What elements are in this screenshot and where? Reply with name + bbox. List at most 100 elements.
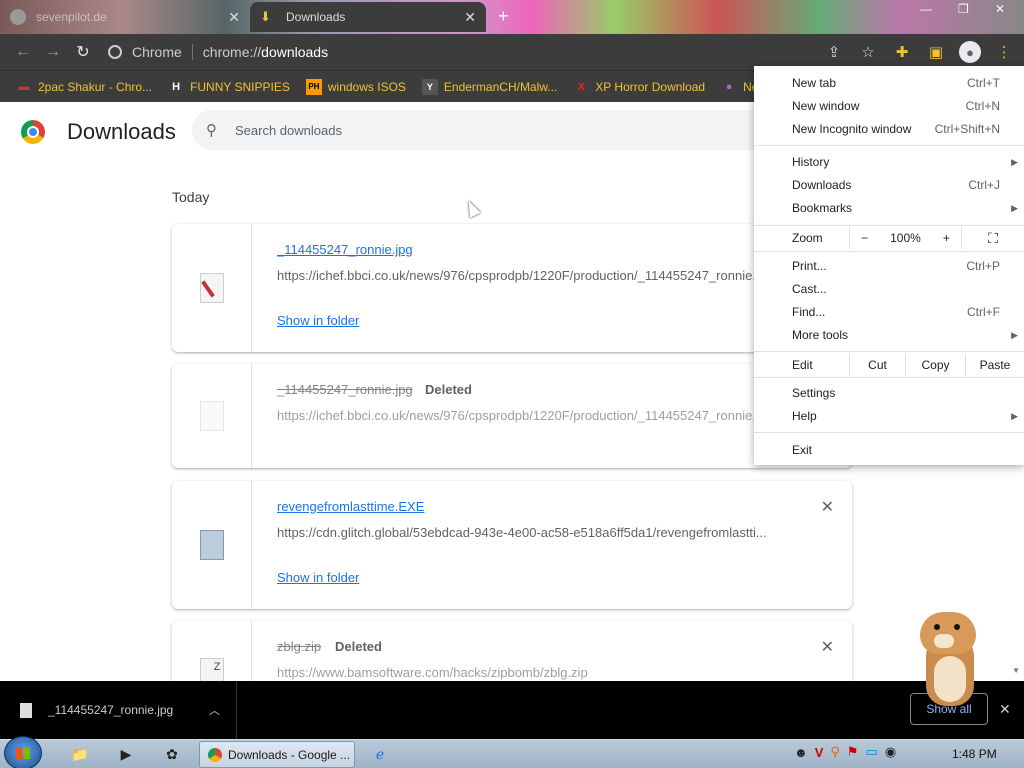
start-button[interactable] <box>4 736 42 768</box>
tab-title: Downloads <box>286 10 346 24</box>
close-shelf-icon[interactable]: ✕ <box>999 701 1011 718</box>
menu-item-print[interactable]: Print... Ctrl+P <box>792 255 1000 277</box>
zoom-level: 100% <box>890 231 921 245</box>
zoom-in-button[interactable]: + <box>943 231 950 245</box>
tab-sevenpilot[interactable]: sevenpilot.de ✕ <box>0 2 250 32</box>
deleted-file-icon <box>199 401 224 431</box>
menu-item-history[interactable]: History ▶ <box>792 151 1018 173</box>
profile-button[interactable]: ● <box>958 38 982 66</box>
windows-taskbar: 📁 ▶ ✿ Downloads - Google ... ℯ ☻ V ⚲ ⚑ ▭… <box>0 736 1024 768</box>
ie-icon[interactable]: ℯ <box>360 742 400 767</box>
zoom-label: Zoom <box>792 231 823 245</box>
new-tab-button[interactable]: + <box>498 6 509 27</box>
share-icon[interactable]: ⇪ <box>822 38 846 66</box>
bookmark-funny-snippies[interactable]: H FUNNY SNIPPIES <box>168 79 290 95</box>
extensions-icon[interactable]: ✚ <box>890 38 914 66</box>
dinosaur-icon: ▬ <box>18 80 30 93</box>
explorer-icon[interactable]: 📁 <box>60 742 100 767</box>
download-item: _114455247_ronnie.jpg https://ichef.bbci… <box>172 224 852 352</box>
menu-item-new-window[interactable]: New window Ctrl+N <box>792 95 1000 117</box>
tray-v-icon[interactable]: V <box>815 745 824 760</box>
side-panel-icon[interactable]: ▣ <box>924 38 948 66</box>
tab-downloads[interactable]: ⬇ Downloads ✕ <box>250 2 486 32</box>
file-url[interactable]: https://cdn.glitch.global/53ebdcad-943e-… <box>277 525 767 540</box>
tray-app-icon[interactable]: ☻ <box>794 745 808 760</box>
x-icon: X <box>577 80 585 93</box>
tray-monitor-icon[interactable]: ▭ <box>866 744 878 760</box>
minimize-icon[interactable]: — <box>920 2 932 16</box>
bookmark-2pac[interactable]: ▬ 2pac Shakur - Chro... <box>16 79 153 95</box>
menu-item-more-tools[interactable]: More tools ▶ <box>792 324 1018 346</box>
tray-flag-icon[interactable]: ⚑ <box>847 744 859 760</box>
forward-button[interactable]: → <box>38 37 68 67</box>
file-url[interactable]: https://ichef.bbci.co.uk/news/976/cpspro… <box>277 408 773 423</box>
cut-button[interactable]: Cut <box>849 354 905 376</box>
taskbar-chrome-button[interactable]: Downloads - Google ... <box>199 741 355 768</box>
paste-button[interactable]: Paste <box>965 354 1024 376</box>
site-label: Chrome <box>132 44 182 60</box>
menu-item-bookmarks[interactable]: Bookmarks ▶ <box>792 197 1018 219</box>
image-file-icon <box>20 702 32 718</box>
tray-volume-icon[interactable]: ◉ <box>885 744 896 760</box>
bookmark-endermanch[interactable]: Y EndermanCH/Malw... <box>421 78 557 95</box>
zoom-out-button[interactable]: − <box>861 231 868 245</box>
remove-item-close-icon[interactable]: ✕ <box>821 497 834 517</box>
download-shelf: _114455247_ronnie.jpg ︿ Show all ✕ <box>0 681 1024 739</box>
ph-icon: PH <box>305 78 322 95</box>
bookmark-xp-horror[interactable]: X XP Horror Download <box>573 79 706 95</box>
submenu-arrow-icon: ▶ <box>1011 202 1018 213</box>
menu-item-new-tab[interactable]: New tab Ctrl+T <box>792 72 1000 94</box>
menu-item-cast[interactable]: Cast... <box>792 278 1000 300</box>
tray-search-icon[interactable]: ⚲ <box>830 744 840 760</box>
window-close-icon[interactable]: ✕ <box>995 2 1005 16</box>
menu-item-downloads[interactable]: Downloads Ctrl+J <box>792 174 1000 196</box>
restore-icon[interactable]: ❐ <box>958 2 969 16</box>
fullscreen-icon[interactable]: ⛶ <box>961 227 1024 249</box>
star-icon[interactable]: ☆ <box>856 38 880 66</box>
search-box[interactable]: ⚲ <box>192 110 812 150</box>
file-icon-column <box>172 224 252 352</box>
menu-item-exit[interactable]: Exit <box>792 439 1000 461</box>
chevron-up-icon[interactable]: ︿ <box>209 702 220 718</box>
close-icon[interactable]: ✕ <box>228 9 240 26</box>
taskbar-chrome-label: Downloads - Google ... <box>228 747 351 762</box>
media-player-icon[interactable]: ▶ <box>106 742 146 767</box>
file-url[interactable]: https://ichef.bbci.co.uk/news/976/cpspro… <box>277 268 773 283</box>
chrome-site-icon <box>108 45 122 59</box>
app-icon[interactable]: ✿ <box>152 742 192 767</box>
search-input[interactable] <box>235 122 755 138</box>
divider <box>754 251 1024 252</box>
file-name-link[interactable]: _114455247_ronnie.jpg <box>277 242 413 257</box>
bookmark-windows-isos[interactable]: PH windows ISOS <box>305 78 406 95</box>
file-url[interactable]: https://www.bamsoftware.com/hacks/zipbom… <box>277 665 588 680</box>
url-text: chrome://downloads <box>202 44 329 60</box>
toolbar: ← → ↻ Chrome chrome://downloads ⇪ ☆ ✚ ▣ … <box>0 34 1024 70</box>
file-name-link[interactable]: revengefromlasttime.EXE <box>277 499 424 514</box>
copy-button[interactable]: Copy <box>905 354 965 376</box>
download-icon: ⬇ <box>260 9 271 24</box>
shelf-download-item[interactable]: _114455247_ronnie.jpg ︿ <box>0 681 237 739</box>
search-icon: ⚲ <box>206 122 217 139</box>
submenu-arrow-icon: ▶ <box>1011 329 1018 340</box>
menu-kebab-icon[interactable]: ⋮ <box>992 38 1016 66</box>
show-in-folder-link[interactable]: Show in folder <box>277 313 359 328</box>
scroll-down-arrow-icon[interactable]: ▼ <box>1012 666 1020 675</box>
clock[interactable]: 1:48 PM <box>952 747 997 761</box>
menu-item-incognito[interactable]: New Incognito window Ctrl+Shift+N <box>792 118 1000 140</box>
bookmark-ne[interactable]: ● Ne <box>721 79 759 95</box>
reload-button[interactable]: ↻ <box>68 37 98 67</box>
close-icon[interactable]: ✕ <box>464 9 476 26</box>
avatar: ● <box>959 41 981 63</box>
yp-icon: Y <box>421 78 438 95</box>
show-in-folder-link[interactable]: Show in folder <box>277 570 359 585</box>
address-bar[interactable]: Chrome chrome://downloads <box>108 38 808 66</box>
menu-item-find[interactable]: Find... Ctrl+F <box>792 301 1000 323</box>
back-button[interactable]: ← <box>8 37 38 67</box>
tab-title: sevenpilot.de <box>36 10 107 24</box>
chrome-icon <box>208 747 222 762</box>
remove-item-close-icon[interactable]: ✕ <box>821 637 834 657</box>
submenu-arrow-icon: ▶ <box>1011 410 1018 421</box>
menu-item-help[interactable]: Help ▶ <box>792 405 1018 427</box>
menu-item-settings[interactable]: Settings <box>792 382 1000 404</box>
page-title: Downloads <box>67 119 176 144</box>
